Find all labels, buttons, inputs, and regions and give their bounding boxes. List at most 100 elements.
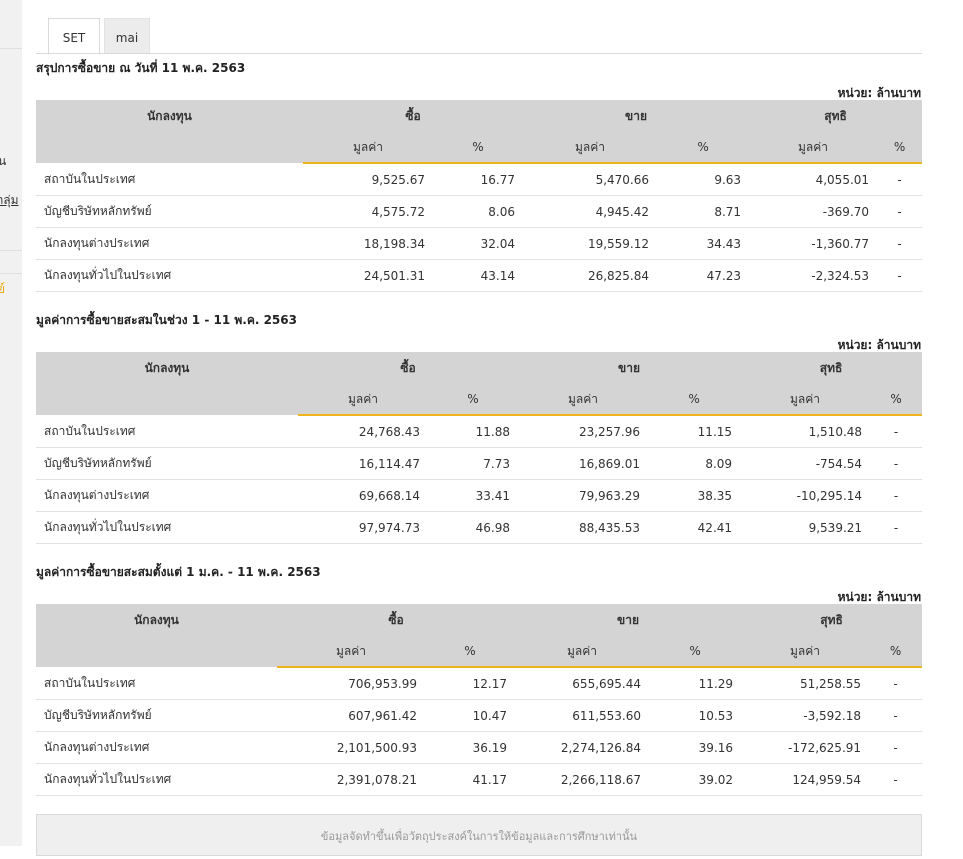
sell-value-cell: 655,695.44 <box>515 667 650 700</box>
investor-name-cell: บัญชีบริษัทหลักทรัพย์ <box>36 699 277 732</box>
col-header-buy-pct: % <box>428 384 519 416</box>
net-pct-cell: - <box>869 731 923 764</box>
table-row: สถาบันในประเทศ 706,953.99 12.17 655,695.44 1… <box>36 667 923 700</box>
col-header-net-value: มูลค่า <box>749 132 878 164</box>
sell-pct-cell: 8.09 <box>648 447 741 480</box>
buy-pct-cell: 36.19 <box>425 731 516 764</box>
investor-name-cell: นักลงทุนทั่วไปในประเทศ <box>36 259 303 292</box>
table-row: บัญชีบริษัทหลักทรัพย์ 16,114.47 7.73 16,869… <box>36 447 923 480</box>
table-row: นักลงทุนต่างประเทศ 69,668.14 33.41 79,963.2… <box>36 479 923 512</box>
sell-pct-cell: 38.35 <box>648 479 741 512</box>
net-pct-cell: - <box>870 479 923 512</box>
buy-value-cell: 4,575.72 <box>303 195 433 228</box>
table-row: สถาบันในประเทศ 9,525.67 16.77 5,470.66 9.63 4… <box>36 163 923 196</box>
col-header-buy-pct: % <box>425 636 516 668</box>
sell-pct-cell: 10.53 <box>649 699 742 732</box>
sidebar-item-fragment[interactable]: ย์ <box>0 280 22 299</box>
sell-value-cell: 88,435.53 <box>518 511 649 544</box>
sell-value-cell: 79,963.29 <box>518 479 649 512</box>
sell-pct-cell: 39.02 <box>649 763 742 796</box>
col-header-net-value: มูลค่า <box>740 384 871 416</box>
col-header-buy: ซื้อ <box>298 352 519 384</box>
table-row: บัญชีบริษัทหลักทรัพย์ 607,961.42 10.47 611,… <box>36 699 923 732</box>
section-title-daily: สรุปการซื้อขาย ณ วันที่ 11 พ.ค. 2563 <box>36 61 246 75</box>
buy-pct-cell: 7.73 <box>428 447 519 480</box>
sell-value-cell: 19,559.12 <box>523 227 658 260</box>
left-sidebar: น กลุ่ม ย์ <box>0 0 22 846</box>
sidebar-item-fragment[interactable]: น <box>0 152 22 171</box>
net-value-cell: 4,055.01 <box>749 163 878 196</box>
net-value-cell: -369.70 <box>749 195 878 228</box>
col-header-buy-pct: % <box>433 132 524 164</box>
table-row: นักลงทุนทั่วไปในประเทศ 2,391,078.21 41.17 2… <box>36 763 923 796</box>
table-row: สถาบันในประเทศ 24,768.43 11.88 23,257.96 11.… <box>36 415 923 448</box>
investor-name-cell: นักลงทุนทั่วไปในประเทศ <box>36 511 298 544</box>
buy-pct-cell: 8.06 <box>433 195 524 228</box>
sell-pct-cell: 9.63 <box>657 163 750 196</box>
sell-value-cell: 16,869.01 <box>518 447 649 480</box>
table-row: นักลงทุนทั่วไปในประเทศ 24,501.31 43.14 26,8… <box>36 259 923 292</box>
buy-pct-cell: 43.14 <box>433 259 524 292</box>
investor-name-cell: สถาบันในประเทศ <box>36 163 303 196</box>
net-pct-cell: - <box>877 195 923 228</box>
net-value-cell: -172,625.91 <box>741 731 870 764</box>
col-header-net: สุทธิ <box>741 604 923 636</box>
buy-pct-cell: 12.17 <box>425 667 516 700</box>
disclaimer-text: ข้อมูลจัดทำขึ้นเพื่อวัตถุประสงค์ในการให้… <box>320 830 638 843</box>
investor-name-cell: นักลงทุนต่างประเทศ <box>36 479 298 512</box>
disclaimer-box: ข้อมูลจัดทำขึ้นเพื่อวัตถุประสงค์ในการให้… <box>36 814 922 856</box>
col-header-net-pct: % <box>870 384 923 416</box>
buy-pct-cell: 11.88 <box>428 415 519 448</box>
col-header-sell-pct: % <box>657 132 750 164</box>
investor-name-cell: บัญชีบริษัทหลักทรัพย์ <box>36 195 303 228</box>
col-header-investor: นักลงทุน <box>36 604 277 667</box>
col-header-net: สุทธิ <box>749 100 923 132</box>
sidebar-item-fragment[interactable]: กลุ่ม <box>0 191 22 210</box>
buy-value-cell: 16,114.47 <box>298 447 428 480</box>
investor-name-cell: นักลงทุนต่างประเทศ <box>36 227 303 260</box>
net-pct-cell: - <box>870 415 923 448</box>
buy-value-cell: 18,198.34 <box>303 227 433 260</box>
buy-pct-cell: 41.17 <box>425 763 516 796</box>
buy-value-cell: 24,768.43 <box>298 415 428 448</box>
investor-name-cell: นักลงทุนทั่วไปในประเทศ <box>36 763 277 796</box>
sell-pct-cell: 11.29 <box>649 667 742 700</box>
col-header-sell-value: มูลค่า <box>523 132 658 164</box>
net-pct-cell: - <box>877 163 923 196</box>
investor-table-ytd: นักลงทุน ซื้อ ขาย สุทธิ มูลค่า % มูลค่า … <box>36 604 923 796</box>
col-header-sell-value: มูลค่า <box>515 636 650 668</box>
buy-pct-cell: 46.98 <box>428 511 519 544</box>
col-header-buy: ซื้อ <box>277 604 516 636</box>
col-header-sell: ขาย <box>515 604 742 636</box>
buy-value-cell: 97,974.73 <box>298 511 428 544</box>
sell-pct-cell: 47.23 <box>657 259 750 292</box>
sell-value-cell: 23,257.96 <box>518 415 649 448</box>
sell-value-cell: 26,825.84 <box>523 259 658 292</box>
table-row: นักลงทุนทั่วไปในประเทศ 97,974.73 46.98 88,4… <box>36 511 923 544</box>
col-header-buy-value: มูลค่า <box>298 384 428 416</box>
col-header-net-pct: % <box>877 132 923 164</box>
buy-value-cell: 9,525.67 <box>303 163 433 196</box>
tab-set[interactable]: SET <box>48 18 100 55</box>
sidebar-divider <box>0 48 22 49</box>
sell-pct-cell: 39.16 <box>649 731 742 764</box>
net-value-cell: 9,539.21 <box>740 511 871 544</box>
sidebar-divider <box>0 250 22 251</box>
col-header-sell-pct: % <box>648 384 741 416</box>
buy-value-cell: 24,501.31 <box>303 259 433 292</box>
col-header-buy: ซื้อ <box>303 100 524 132</box>
sell-value-cell: 2,266,118.67 <box>515 763 650 796</box>
col-header-net-pct: % <box>869 636 923 668</box>
sell-value-cell: 5,470.66 <box>523 163 658 196</box>
section-title-ytd: มูลค่าการซื้อขายสะสมตั้งแต่ 1 ม.ค. - 11 … <box>36 565 321 579</box>
buy-pct-cell: 33.41 <box>428 479 519 512</box>
investor-name-cell: บัญชีบริษัทหลักทรัพย์ <box>36 447 298 480</box>
net-value-cell: -3,592.18 <box>741 699 870 732</box>
col-header-net-value: มูลค่า <box>741 636 870 668</box>
net-pct-cell: - <box>870 447 923 480</box>
tab-mai[interactable]: mai <box>104 18 150 54</box>
col-header-buy-value: มูลค่า <box>277 636 425 668</box>
sell-pct-cell: 42.41 <box>648 511 741 544</box>
investor-name-cell: สถาบันในประเทศ <box>36 667 277 700</box>
buy-pct-cell: 10.47 <box>425 699 516 732</box>
